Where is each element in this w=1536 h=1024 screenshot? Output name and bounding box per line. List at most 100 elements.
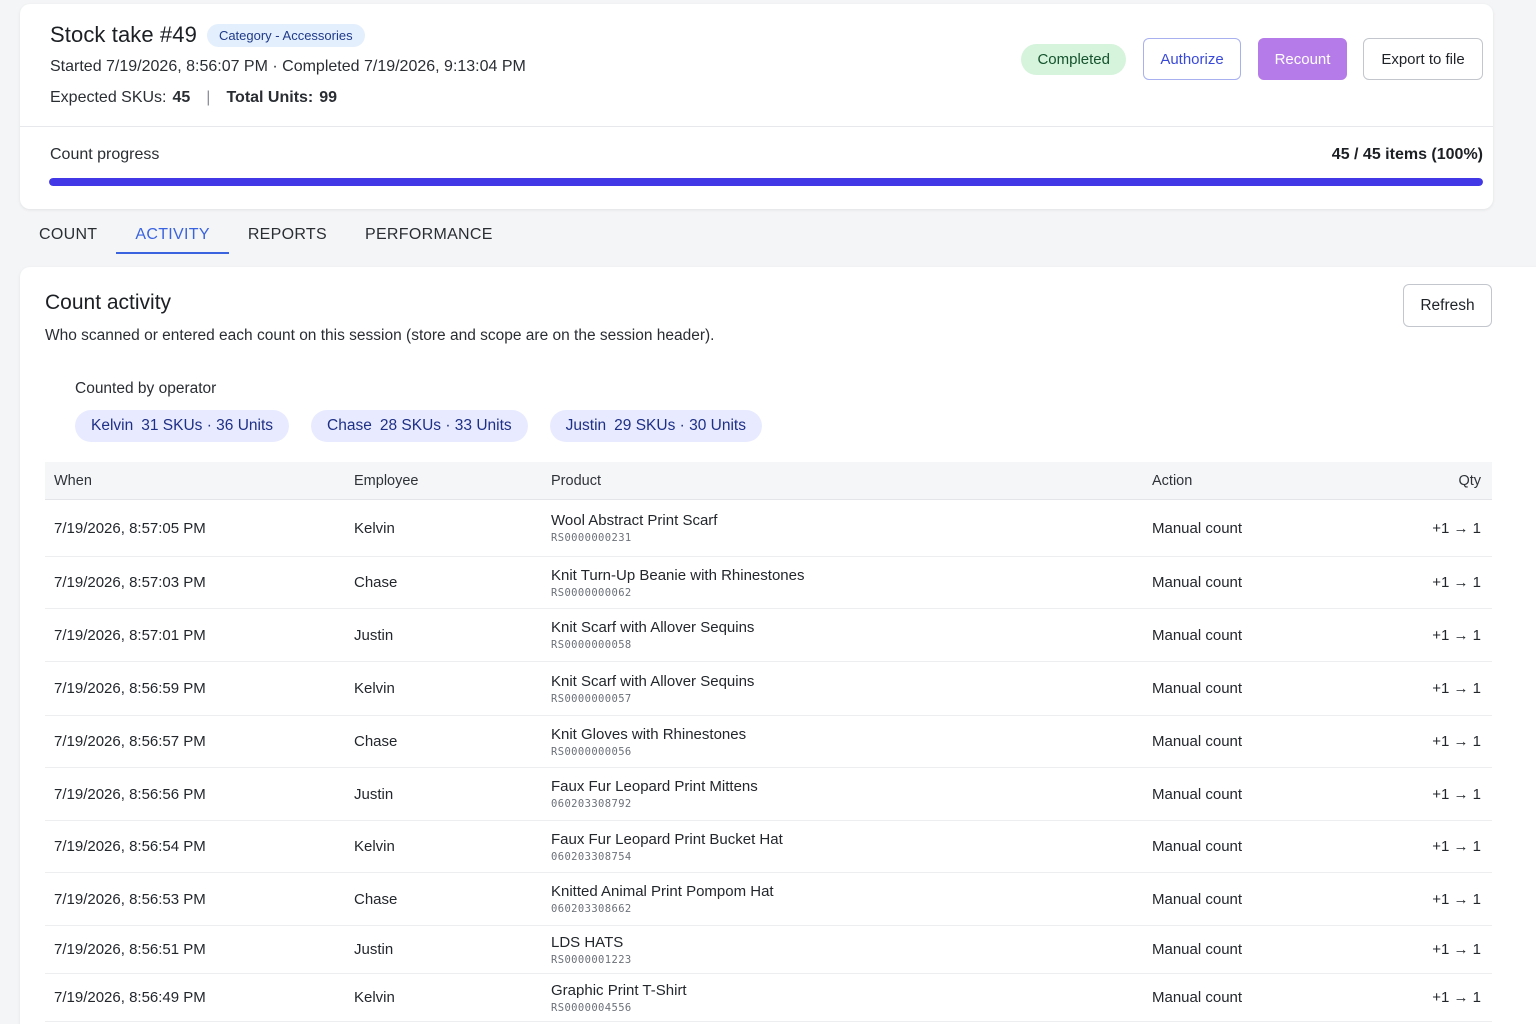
cell-product: Faux Fur Leopard Print Bucket Hat 0602033… — [543, 831, 1144, 863]
cell-employee: Kelvin — [354, 838, 395, 855]
table-body: 7/19/2026, 8:57:05 PM Kelvin Wool Abstract… — [45, 500, 1492, 1022]
cell-product: Knitted Animal Print Pompom Hat 060203308… — [543, 883, 1144, 915]
operator-chip-chase[interactable]: Chase 28 SKUs · 33 Units — [311, 410, 528, 442]
product-name: Knit Scarf with Allover Sequins — [551, 619, 755, 636]
product-name: Wool Abstract Print Scarf — [551, 512, 718, 529]
product-sku: RS0000000057 — [551, 692, 632, 705]
session-stats: Expected SKUs: 45 | Total Units: 99 — [50, 89, 337, 107]
session-times: Started 7/19/2026, 8:56:07 PM · Complete… — [50, 58, 526, 75]
cell-employee: Justin — [354, 941, 394, 958]
cell-action: Manual count — [1152, 989, 1243, 1006]
operator-stats: 31 SKUs · 36 Units — [141, 417, 274, 434]
cell-when: 7/19/2026, 8:56:57 PM — [54, 733, 206, 750]
expected-skus-label: Expected SKUs: — [50, 89, 167, 106]
operator-name: Justin — [565, 417, 607, 434]
cell-qty: +1 → 1 — [1432, 941, 1481, 958]
table-row[interactable]: 7/19/2026, 8:56:56 PM Justin Faux Fur Leop… — [45, 768, 1492, 821]
column-product[interactable]: Product — [543, 473, 1144, 489]
export-to-file-button[interactable]: Export to file — [1363, 38, 1483, 80]
product-name: Knitted Animal Print Pompom Hat — [551, 883, 774, 900]
cell-action: Manual count — [1152, 838, 1243, 855]
tab-count[interactable]: COUNT — [20, 216, 116, 254]
operator-chip-justin[interactable]: Justin 29 SKUs · 30 Units — [549, 410, 762, 442]
cell-when: 7/19/2026, 8:56:56 PM — [54, 785, 206, 803]
operator-name: Kelvin — [91, 417, 134, 434]
tab-activity[interactable]: ACTIVITY — [116, 216, 229, 254]
cell-qty: +1 → 1 — [1432, 989, 1481, 1006]
product-sku: RS0000000231 — [551, 532, 632, 544]
status-badge: Completed — [1021, 43, 1126, 75]
cell-action: Manual count — [1152, 680, 1243, 697]
table-row[interactable]: 7/19/2026, 8:57:01 PM Justin Knit Scarf wi… — [45, 609, 1492, 662]
operators-label: Counted by operator — [75, 380, 217, 397]
table-row[interactable]: 7/19/2026, 8:56:49 PM Kelvin Graphic Print… — [45, 974, 1492, 1022]
cell-employee: Justin — [354, 785, 394, 803]
stats-divider: | — [206, 89, 211, 106]
cell-employee: Kelvin — [354, 680, 395, 697]
product-sku: 060203308662 — [551, 903, 632, 915]
page-title: Stock take #49 — [50, 22, 197, 47]
tab-performance[interactable]: PERFORMANCE — [346, 216, 512, 254]
product-name: Knit Turn-Up Beanie with Rhinestones — [551, 566, 805, 584]
tab-reports[interactable]: REPORTS — [229, 216, 346, 254]
column-qty[interactable]: Qty — [1384, 473, 1492, 489]
table-header: When Employee Product Action Qty — [45, 462, 1492, 500]
authorize-button[interactable]: Authorize — [1143, 38, 1241, 80]
product-name: Knit Scarf with Allover Sequins — [551, 672, 755, 690]
cell-qty: +1 → 1 — [1432, 626, 1481, 644]
cell-product: Knit Gloves with Rhinestones RS0000000056 — [543, 726, 1144, 758]
cell-employee: Chase — [354, 890, 398, 908]
refresh-button[interactable]: Refresh — [1403, 284, 1492, 327]
operator-stats: 29 SKUs · 30 Units — [614, 417, 746, 434]
table-row[interactable]: 7/19/2026, 8:56:51 PM Justin LDS HATS RS000… — [45, 926, 1492, 974]
count-progress-value: 45 / 45 items (100%) — [1331, 146, 1483, 163]
count-progress-bar — [49, 178, 1483, 186]
product-name: Faux Fur Leopard Print Mittens — [551, 778, 758, 795]
table-row[interactable]: 7/19/2026, 8:57:03 PM Chase Knit Turn-Up B… — [45, 557, 1492, 609]
total-units-value: 99 — [319, 89, 338, 106]
operator-name: Chase — [327, 417, 372, 434]
cell-action: Manual count — [1152, 519, 1243, 537]
product-name: LDS HATS — [551, 933, 624, 951]
recount-button[interactable]: Recount — [1258, 38, 1347, 80]
column-action[interactable]: Action — [1144, 473, 1384, 489]
cell-action: Manual count — [1152, 733, 1243, 750]
product-name: Knit Gloves with Rhinestones — [551, 725, 747, 743]
table-row[interactable]: 7/19/2026, 8:56:54 PM Kelvin Faux Fur Leop… — [45, 821, 1492, 873]
cell-qty: +1 → 1 — [1432, 519, 1481, 537]
cell-when: 7/19/2026, 8:56:51 PM — [54, 941, 206, 958]
product-name: Faux Fur Leopard Print Bucket Hat — [551, 830, 783, 848]
cell-qty: +1 → 1 — [1432, 838, 1481, 855]
cell-action: Manual count — [1152, 785, 1243, 803]
cell-when: 7/19/2026, 8:57:01 PM — [54, 626, 206, 644]
cell-product: Wool Abstract Print Scarf RS0000000231 — [543, 512, 1144, 544]
table-row[interactable]: 7/19/2026, 8:56:53 PM Chase Knitted Animal… — [45, 873, 1492, 926]
session-header-card: Stock take #49 Category - Accessories St… — [20, 4, 1493, 209]
cell-when: 7/19/2026, 8:56:54 PM — [54, 838, 206, 855]
count-progress-fill — [49, 178, 1483, 186]
product-sku: RS0000000056 — [551, 745, 632, 758]
cell-when: 7/19/2026, 8:56:59 PM — [54, 680, 206, 697]
table-row[interactable]: 7/19/2026, 8:57:05 PM Kelvin Wool Abstract… — [45, 500, 1492, 557]
cell-product: Knit Scarf with Allover Sequins RS0000000… — [543, 673, 1144, 705]
expected-skus-value: 45 — [172, 89, 191, 106]
cell-employee: Justin — [354, 626, 394, 644]
cell-employee: Kelvin — [354, 989, 395, 1006]
column-when[interactable]: When — [45, 473, 345, 489]
product-sku: RS0000000062 — [551, 586, 632, 599]
activity-table: When Employee Product Action Qty 7/19/20… — [45, 462, 1492, 1022]
section-description: Who scanned or entered each count on thi… — [45, 327, 715, 344]
operator-chip-kelvin[interactable]: Kelvin 31 SKUs · 36 Units — [75, 410, 290, 442]
cell-action: Manual count — [1152, 574, 1243, 591]
cell-employee: Chase — [354, 733, 398, 750]
cell-qty: +1 → 1 — [1432, 680, 1481, 697]
product-sku: 060203308754 — [551, 850, 632, 863]
cell-qty: +1 → 1 — [1432, 574, 1481, 591]
product-sku: 060203308792 — [551, 798, 632, 810]
column-employee[interactable]: Employee — [345, 473, 543, 489]
count-activity-card: Count activity Who scanned or entered ea… — [20, 267, 1536, 1024]
cell-employee: Chase — [354, 574, 398, 591]
table-row[interactable]: 7/19/2026, 8:56:57 PM Chase Knit Gloves wi… — [45, 716, 1492, 768]
cell-product: Graphic Print T-Shirt RS0000004556 — [543, 982, 1144, 1014]
table-row[interactable]: 7/19/2026, 8:56:59 PM Kelvin Knit Scarf wi… — [45, 662, 1492, 716]
